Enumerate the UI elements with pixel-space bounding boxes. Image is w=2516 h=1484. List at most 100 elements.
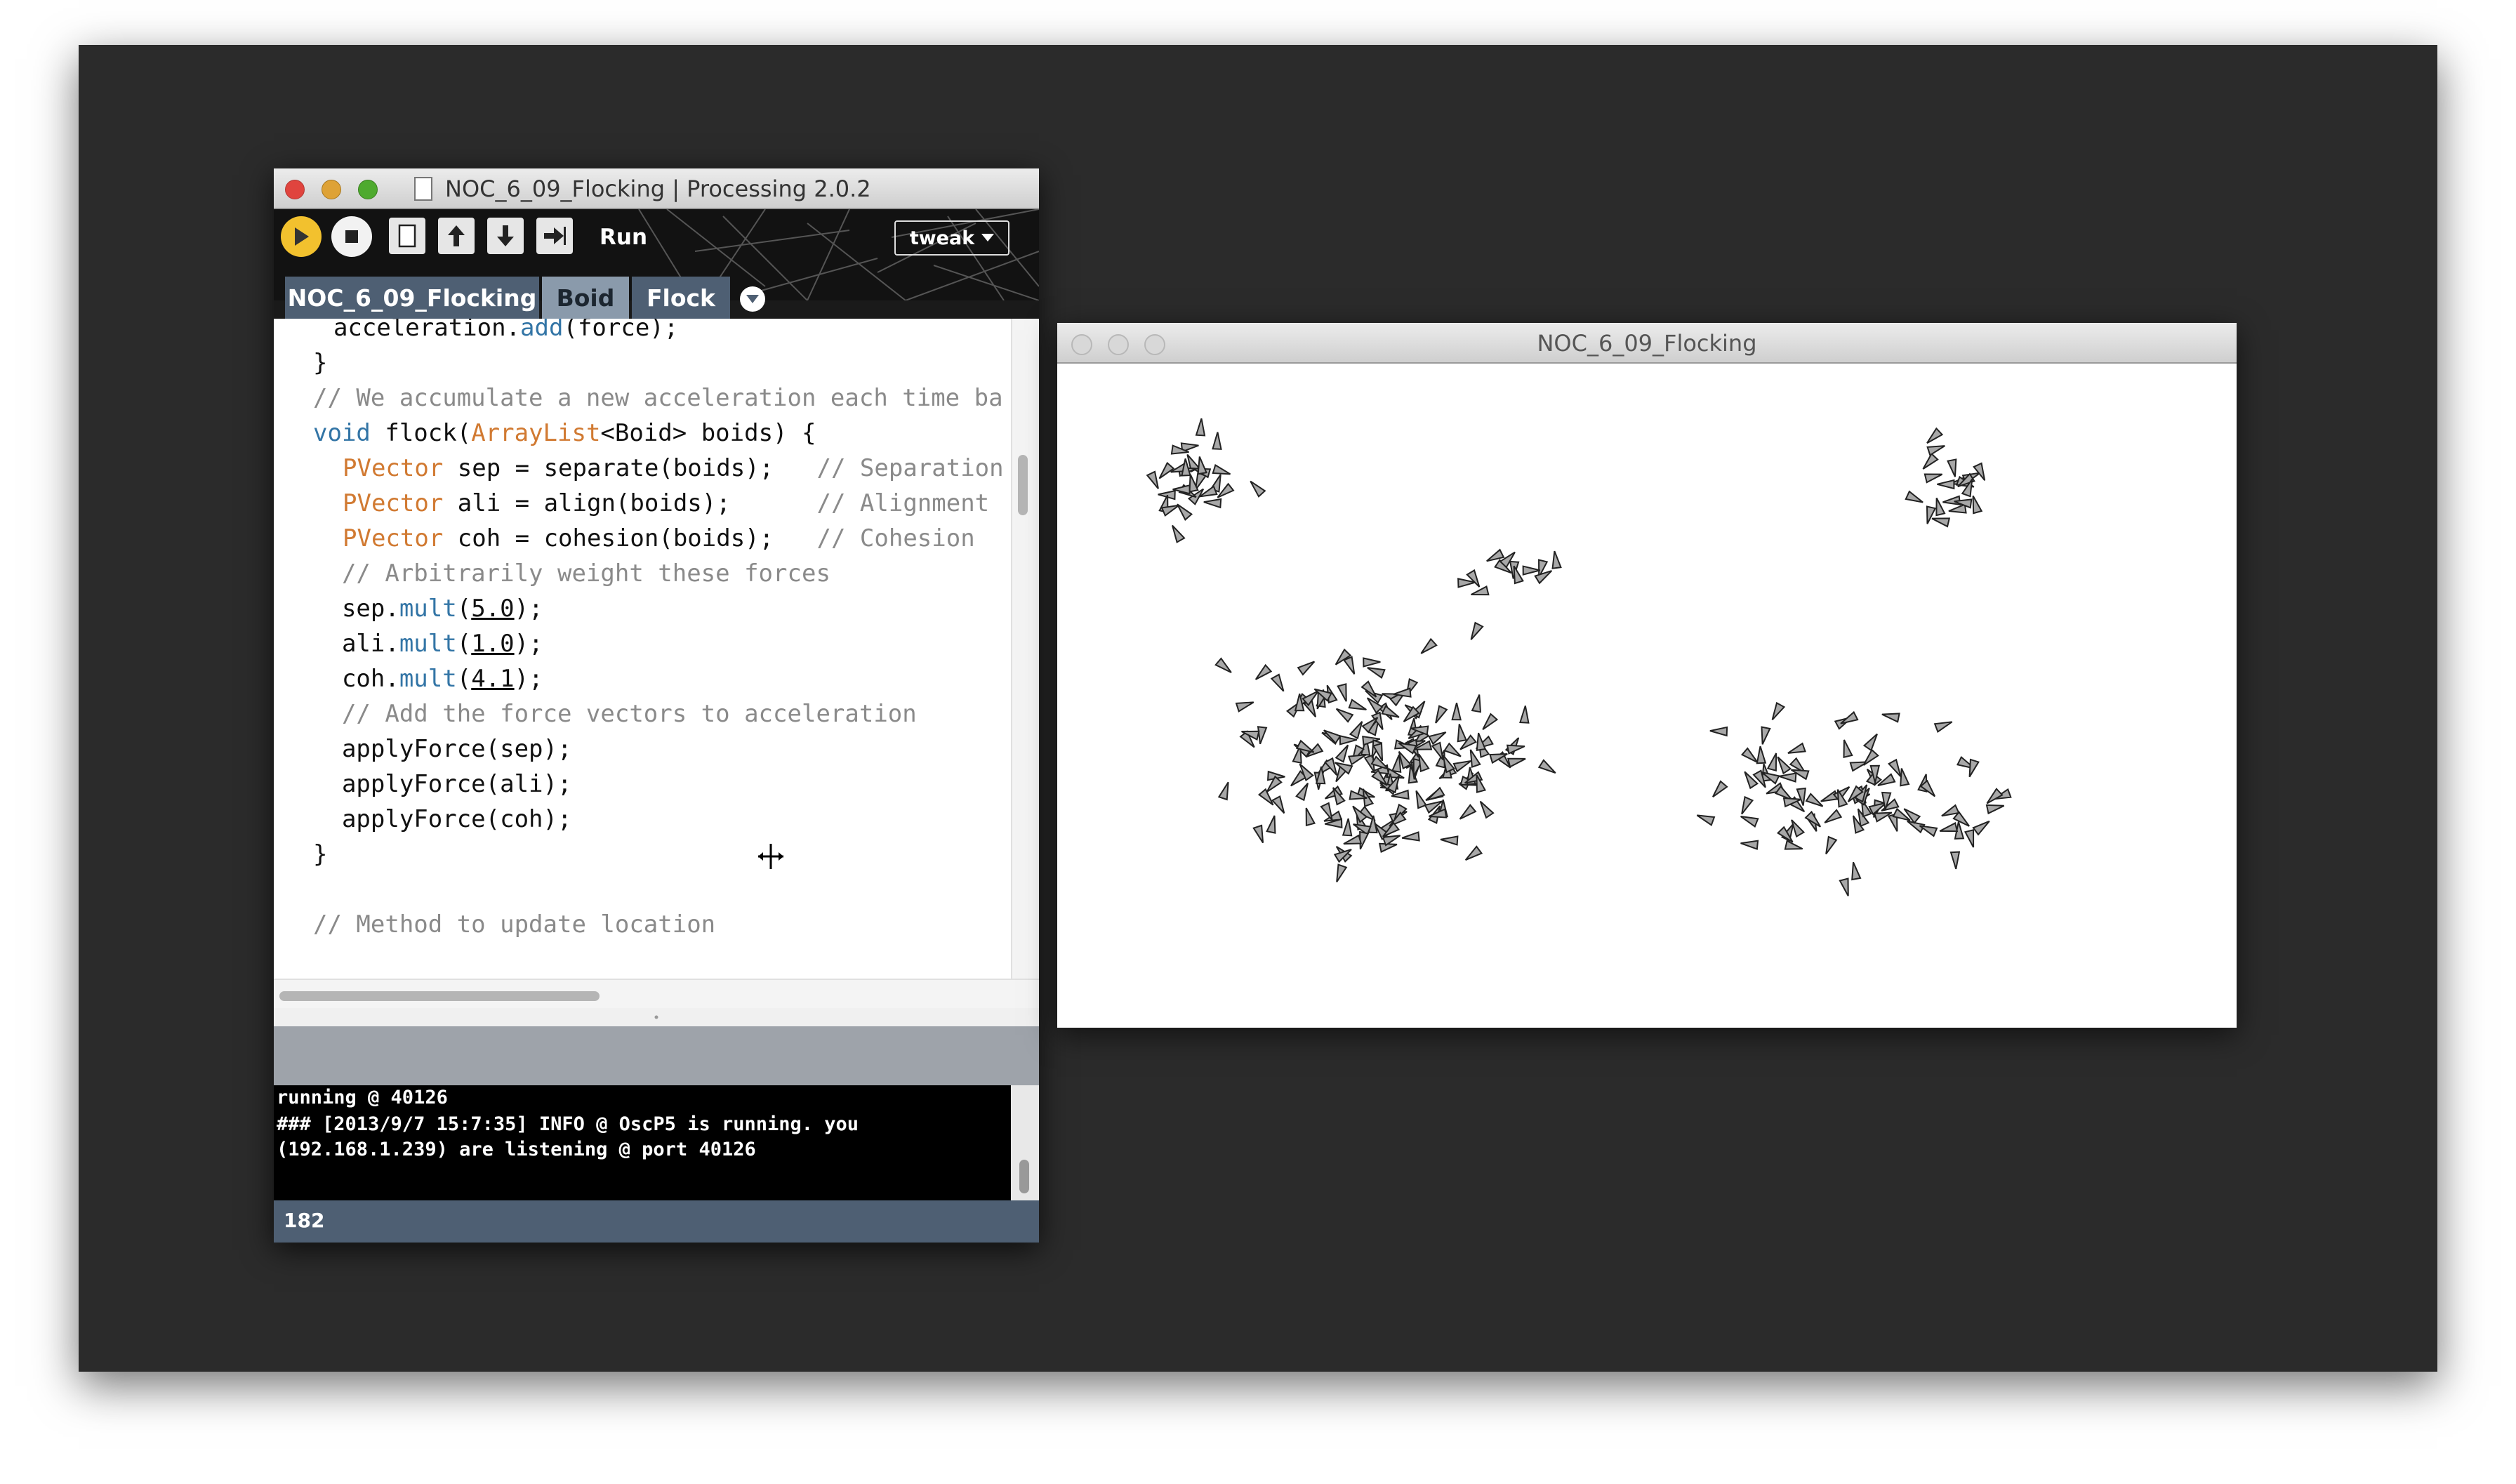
chevron-down-icon [981,234,995,241]
boid-triangle [1415,790,1427,809]
boid-triangle [1949,851,1961,870]
boid-triangle [1464,845,1483,861]
code-comment-line: // Add the force vectors to acceleration [313,700,917,728]
boid-triangle [1214,657,1232,673]
stop-button[interactable] [331,216,372,257]
boid-triangle [1778,772,1797,783]
boid-triangle [1342,656,1356,675]
code-editor[interactable]: acceleration.add(force); } // We accumul… [274,319,1011,979]
boid-triangle [1905,490,1924,503]
open-arrow-up-icon [448,225,465,246]
ide-titlebar[interactable]: NOC_6_09_Flocking | Processing 2.0.2 [274,168,1039,209]
console-scroll-thumb[interactable] [1019,1160,1029,1193]
boid-triangle [1507,757,1526,768]
code-line: PVector coh = cohesion(boids); // Cohesi… [343,524,975,552]
code-line: coh.mult(4.1); [313,665,543,693]
boid-triangle [1470,621,1484,640]
boid-triangle [1466,569,1481,588]
boid-triangle [1217,781,1229,801]
boid-triangle [1203,498,1222,509]
boid-triangle [1744,771,1759,790]
boid-triangle [1235,701,1254,713]
tab-noc-6-09-flocking[interactable]: NOC_6_09_Flocking [285,277,539,319]
boid-triangle [1271,795,1285,814]
boid-triangle [1177,503,1193,521]
boid-triangle [1428,731,1447,746]
zoom-window-button[interactable] [358,180,378,199]
boid-triangle [1756,746,1767,764]
document-icon [414,177,432,201]
open-sketch-button[interactable] [438,218,475,254]
code-comment-line: // We accumulate a new acceleration each… [313,384,1003,412]
boid-triangle [1696,814,1716,826]
code-line: } [313,840,328,868]
export-arrow-right-icon [544,227,566,245]
minimize-window-button[interactable] [322,180,341,199]
tweak-number[interactable]: 1.0 [471,630,514,658]
run-label: Run [600,225,648,250]
boid-triangle [1712,780,1728,797]
tab-flock[interactable]: Flock [632,277,730,319]
boid-triangle [1926,445,1945,456]
console-line: ### [2013/9/7 15:7:35] INFO @ OscP5 is r… [277,1113,859,1135]
resize-grip-icon [654,1015,658,1019]
code-line: applyForce(ali); [313,770,572,798]
boid-triangle [1479,800,1495,819]
new-sketch-button[interactable] [389,218,425,254]
boid-triangle [1342,818,1353,837]
boid-triangle [1451,702,1462,721]
editor-vertical-scrollbar[interactable] [1011,319,1039,979]
code-line: PVector ali = align(boids); // Alignment [343,489,990,517]
boid-triangle [1851,861,1862,881]
code-line: PVector sep = separate(boids); // Separa… [343,454,1004,482]
code-line: ali.mult(1.0); [313,630,543,658]
boid-triangle [1825,835,1838,855]
tab-label: Flock [646,284,716,312]
run-button[interactable] [281,216,322,257]
code-line: applyForce(sep); [313,735,572,763]
code-line: } [313,349,328,377]
boid-triangle [1349,721,1363,740]
boid-triangle [1363,657,1381,668]
boid-triangle [1937,479,1955,490]
processing-ide-window: NOC_6_09_Flocking | Processing 2.0.2 Run… [274,168,1039,1243]
sketch-canvas[interactable] [1057,364,2237,1028]
boid-triangle [1457,724,1467,743]
console-divider-handle[interactable] [274,1008,1039,1026]
console-output[interactable]: running @ 40126 ### [2013/9/7 15:7:35] I… [274,1085,1011,1200]
boid-triangle [1212,432,1222,450]
mode-selector[interactable]: tweak [894,220,1009,256]
boid-triangle [1469,749,1481,768]
tweak-number[interactable]: 5.0 [471,595,514,623]
boid-triangle [1926,505,1937,524]
boid-triangle [1435,705,1448,724]
export-button[interactable] [536,218,573,254]
boid-triangle [1266,815,1276,834]
message-area [274,1026,1039,1085]
editor-vertical-scroll-thumb[interactable] [1018,455,1028,515]
code-comment-line: // Arbitrarily weight these forces [313,559,830,588]
boid-triangle [1862,733,1878,752]
code-comment-line: // Method to update location [313,910,716,939]
boid-triangle [1881,713,1900,723]
close-window-button[interactable] [285,180,305,199]
boid-triangle [1784,840,1803,850]
boid-triangle [1766,753,1777,771]
mode-label: tweak [909,227,975,249]
console-line: running @ 40126 [277,1087,448,1108]
sketch-titlebar[interactable]: NOC_6_09_Flocking [1057,323,2237,364]
boid-triangle [1824,809,1843,823]
ide-window-title: NOC_6_09_Flocking | Processing 2.0.2 [445,175,871,202]
tab-boid[interactable]: Boid [542,277,629,319]
new-file-icon [398,224,416,248]
boid-triangle [1551,550,1562,569]
boid-triangle [1297,661,1316,676]
editor-horizontal-scroll-thumb[interactable] [279,991,600,1001]
tweak-number[interactable]: 4.1 [471,665,514,693]
boid-triangle [1843,739,1853,758]
save-sketch-button[interactable] [487,218,524,254]
sketch-window-title: NOC_6_09_Flocking [1537,330,1757,357]
boid-triangle [1924,473,1943,484]
boid-triangle [1948,503,1967,514]
tab-menu-button[interactable] [740,286,765,312]
